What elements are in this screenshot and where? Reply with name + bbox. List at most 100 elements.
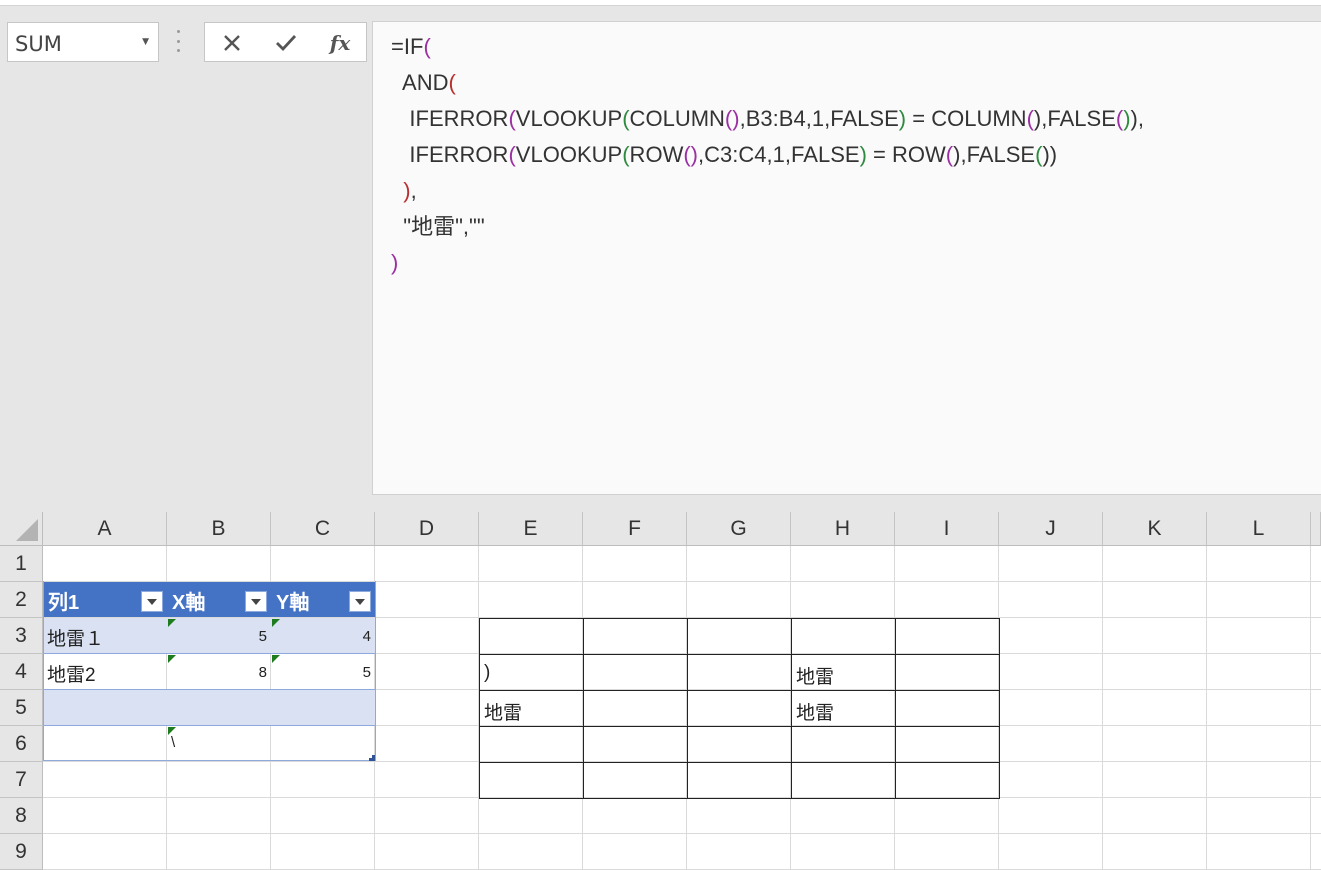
filter-dropdown-icon[interactable] [349,591,371,612]
cell-value: 地雷 [796,667,835,688]
cell-e4[interactable]: ) [479,654,584,691]
column-header-f[interactable]: F [583,512,687,546]
close-icon[interactable] [215,29,249,57]
table-cell[interactable]: 4 [271,618,375,654]
table-cell-value: 地雷１ [47,629,105,650]
cell-h6[interactable] [791,726,896,763]
table-header-cell[interactable]: X軸 [167,582,271,617]
row-header-3[interactable]: 3 [0,618,43,654]
row-header-7[interactable]: 7 [0,762,43,798]
error-indicator-icon[interactable] [168,619,176,627]
select-all-button[interactable] [0,512,43,546]
error-indicator-icon[interactable] [168,727,176,735]
cell-h4[interactable]: 地雷 [791,654,896,691]
cell-h5[interactable]: 地雷 [791,690,896,727]
error-indicator-icon[interactable] [168,655,176,663]
row-header-4[interactable]: 4 [0,654,43,690]
cell-i6[interactable] [895,726,1000,763]
formula-line: IFERROR(VLOOKUP(COLUMN(),B3:B4,1,FALSE) … [409,106,1144,131]
table-cell-value: 4 [362,628,371,645]
column-header-i[interactable]: I [895,512,999,546]
column-header-b[interactable]: B [167,512,271,546]
cell-e3[interactable] [479,618,584,655]
cell-g4[interactable] [687,654,792,691]
column-header-a[interactable]: A [43,512,167,546]
cell-g6[interactable] [687,726,792,763]
cell-b6[interactable]: \ [167,726,271,762]
error-indicator-icon[interactable] [272,619,280,627]
column-header-m[interactable] [1311,512,1321,546]
cell-e6[interactable] [479,726,584,763]
cell-i5[interactable] [895,690,1000,727]
splitter-grip-icon[interactable] [175,30,181,52]
row-header-8[interactable]: 8 [0,798,43,834]
row-header-2[interactable]: 2 [0,582,43,618]
gridline [1102,546,1103,870]
cell-h7[interactable] [791,762,896,799]
chevron-down-icon[interactable]: ▼ [142,37,149,47]
gridline [1206,546,1207,870]
cell-g7[interactable] [687,762,792,799]
filter-dropdown-icon[interactable] [245,591,267,612]
column-header-e[interactable]: E [479,512,583,546]
check-icon[interactable] [269,29,303,57]
formula-line: AND( [402,70,456,95]
table-cell[interactable]: 8 [167,654,271,690]
name-box-value: SUM [15,32,62,56]
error-indicator-icon[interactable] [272,655,280,663]
worksheet-grid[interactable]: A B C D E F G H I J K L 1 2 3 4 5 6 7 8 9 列1 X軸 Y軸 地雷１ 5 4 地雷2 8 5 \) 地… [0,512,1321,870]
table-header-label: X軸 [172,592,206,614]
column-header-k[interactable]: K [1103,512,1207,546]
formula-line: IFERROR(VLOOKUP(ROW(),C3:C4,1,FALSE) = R… [409,142,1058,167]
table-header-label: Y軸 [276,592,310,614]
column-header-j[interactable]: J [999,512,1103,546]
cell-f7[interactable] [583,762,688,799]
table-cell[interactable]: 地雷１ [43,618,167,654]
gridline [43,833,1321,834]
insert-function-button[interactable]: fx [323,29,357,57]
table-cell-value: 5 [362,664,371,681]
cell-i7[interactable] [895,762,1000,799]
column-header-h[interactable]: H [791,512,895,546]
cell-i4[interactable] [895,654,1000,691]
table-cell[interactable]: 地雷2 [43,654,167,690]
column-header-d[interactable]: D [375,512,479,546]
row-header-9[interactable]: 9 [0,834,43,870]
cell-f6[interactable] [583,726,688,763]
column-header-l[interactable]: L [1207,512,1311,546]
cell-e5[interactable]: 地雷 [479,690,584,727]
gridline [1310,546,1311,870]
table-cell-value: 5 [258,628,267,645]
row-header-5[interactable]: 5 [0,690,43,726]
table-cell[interactable] [167,690,271,726]
table-cell-value: 地雷2 [47,665,96,686]
formula-line: ), [403,178,417,203]
filter-dropdown-icon[interactable] [141,591,163,612]
row-header-6[interactable]: 6 [0,726,43,762]
cell-h3[interactable] [791,618,896,655]
table-header-cell[interactable]: Y軸 [271,582,376,617]
cell-f3[interactable] [583,618,688,655]
column-header-c[interactable]: C [271,512,375,546]
formula-line: =IF( [391,34,431,59]
cell-g5[interactable] [687,690,792,727]
formula-input[interactable]: =IF( AND( IFERROR(VLOOKUP(COLUMN(),B3:B4… [372,21,1321,495]
cell-g3[interactable] [687,618,792,655]
cell-f4[interactable] [583,654,688,691]
table-resize-handle[interactable] [369,755,375,761]
row-header-1[interactable]: 1 [0,546,43,582]
column-header-g[interactable]: G [687,512,791,546]
formula-line: "地雷","" [403,214,485,239]
formula-line: ) [391,250,399,275]
table-cell[interactable] [271,690,375,726]
cell-f5[interactable] [583,690,688,727]
table-header-label: 列1 [48,592,80,614]
cell-i3[interactable] [895,618,1000,655]
table-header-cell[interactable]: 列1 [43,582,167,617]
table-cell[interactable]: 5 [271,654,375,690]
table-cell[interactable]: 5 [167,618,271,654]
name-box[interactable]: SUM ▼ [7,22,159,62]
cell-e7[interactable] [479,762,584,799]
cell-value: \ [171,734,176,751]
table-cell[interactable] [43,690,167,726]
